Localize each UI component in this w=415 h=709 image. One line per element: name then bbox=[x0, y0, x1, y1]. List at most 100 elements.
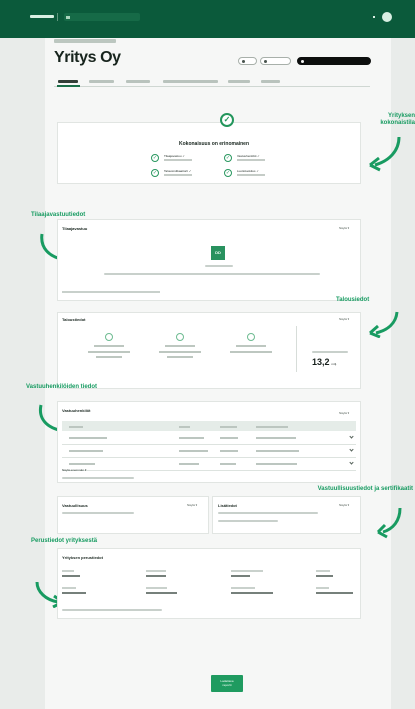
chip-icon bbox=[301, 60, 304, 63]
check-icon: ✓ bbox=[151, 169, 159, 177]
primary-action-button[interactable] bbox=[297, 57, 371, 65]
arrow-icon bbox=[369, 136, 401, 172]
company-action-button[interactable] bbox=[260, 57, 291, 65]
language-icon[interactable] bbox=[373, 16, 375, 18]
field-value bbox=[231, 592, 273, 594]
summary-item-subtext bbox=[237, 174, 265, 176]
company-title: Yritys Oy bbox=[54, 49, 121, 66]
additional-info-subtext bbox=[218, 520, 278, 522]
table-header-cell bbox=[220, 426, 237, 428]
field-label bbox=[231, 570, 263, 572]
field-label bbox=[146, 570, 166, 572]
callout-responsible-people: Vastuuhenkilöiden tiedot bbox=[26, 384, 98, 390]
tab-overview[interactable] bbox=[58, 80, 78, 83]
table-row[interactable] bbox=[62, 432, 356, 445]
tab-sixth[interactable] bbox=[261, 80, 280, 83]
callout-contractor-info: Tilaajavastuutiedot bbox=[31, 212, 86, 218]
additional-info-more-button[interactable]: Näytä ▾ bbox=[339, 503, 349, 507]
person-role bbox=[179, 437, 204, 439]
callout-financial-info: Talousiedot bbox=[336, 297, 370, 303]
table-header-cell bbox=[69, 426, 83, 428]
stat-icon bbox=[247, 333, 255, 341]
summary-item-subtext bbox=[237, 159, 265, 161]
check-icon: ✓ bbox=[224, 169, 232, 177]
chip-icon bbox=[264, 60, 267, 63]
financial-stat bbox=[226, 333, 276, 363]
responsible-table-header bbox=[62, 421, 356, 431]
field-value bbox=[146, 575, 166, 577]
person-date bbox=[220, 437, 238, 439]
summary-card bbox=[57, 122, 361, 184]
menu-icon bbox=[66, 16, 70, 19]
tab-third[interactable] bbox=[126, 80, 150, 83]
check-icon: ✓ bbox=[224, 154, 232, 162]
responsibility-more-button[interactable]: Näytä ▾ bbox=[187, 503, 197, 507]
person-status bbox=[256, 450, 299, 452]
chevron-down-icon[interactable] bbox=[349, 434, 354, 439]
stat-title-line bbox=[165, 345, 195, 347]
field-value bbox=[231, 575, 250, 577]
tab-fourth[interactable] bbox=[163, 80, 218, 83]
stat-title-line bbox=[236, 345, 266, 347]
summary-title: Kokonaisuus on erinomainen bbox=[179, 141, 250, 147]
chevron-down-icon[interactable] bbox=[349, 460, 354, 465]
brand-logo bbox=[30, 15, 54, 18]
financial-stat bbox=[84, 333, 134, 363]
table-header-cell bbox=[256, 426, 288, 428]
field-label bbox=[62, 587, 76, 589]
responsible-more-button[interactable]: Näytä ▾ bbox=[339, 411, 349, 415]
contractor-description bbox=[104, 273, 320, 275]
contractor-logo: DD bbox=[211, 246, 225, 260]
contractor-card bbox=[57, 219, 361, 301]
contractor-link[interactable] bbox=[62, 291, 160, 293]
field-value bbox=[316, 592, 353, 594]
download-report-button[interactable]: Ladattava raportti bbox=[211, 675, 243, 692]
arrow-icon bbox=[376, 507, 402, 539]
user-avatar[interactable] bbox=[382, 12, 392, 22]
field-value bbox=[146, 592, 177, 594]
button-line-2: raportti bbox=[222, 683, 232, 687]
person-name bbox=[69, 450, 103, 452]
active-tab-indicator bbox=[57, 85, 80, 87]
company-action-button[interactable] bbox=[238, 57, 257, 65]
summary-item-label: Talousindikaattorit ✓ bbox=[164, 169, 192, 173]
stat-detail-line bbox=[167, 356, 193, 358]
field-value bbox=[62, 575, 80, 577]
responsibility-card-title: Vastuullisuus bbox=[62, 503, 88, 508]
contractor-card-title: Tilaajavastuu bbox=[62, 226, 88, 231]
check-circle-icon: ✓ bbox=[220, 113, 234, 127]
chip-icon bbox=[242, 60, 245, 63]
tab-second[interactable] bbox=[89, 80, 114, 83]
tab-fifth[interactable] bbox=[228, 80, 250, 83]
field-label bbox=[316, 570, 330, 572]
top-navigation-menu[interactable] bbox=[64, 13, 140, 21]
stat-value-line bbox=[88, 351, 130, 353]
brand-divider bbox=[57, 13, 58, 21]
summary-item-label: Luottoluokitus ✓ bbox=[237, 169, 259, 173]
chevron-down-icon[interactable] bbox=[349, 447, 354, 452]
responsible-card-title: Vastuuhenkilöt bbox=[62, 408, 91, 413]
table-row[interactable] bbox=[62, 445, 356, 458]
financial-more-button[interactable]: Näytä ▾ bbox=[339, 317, 349, 321]
financial-value-unit: milj. bbox=[331, 362, 337, 366]
financial-value-number: 13,2 bbox=[312, 357, 330, 367]
summary-item-label: Vastuuhenkilöt ✓ bbox=[237, 154, 260, 158]
breadcrumb[interactable] bbox=[54, 39, 116, 43]
field-label bbox=[62, 570, 74, 572]
stat-icon bbox=[105, 333, 113, 341]
financial-card-title: Taloustiedot bbox=[62, 317, 86, 322]
callout-company-overall: Yrityksen kokonaistila bbox=[380, 113, 415, 126]
responsible-show-more-link[interactable]: Näytä enemmän ▾ bbox=[62, 468, 86, 472]
field-label bbox=[231, 587, 255, 589]
table-header-cell bbox=[179, 426, 190, 428]
responsibility-card bbox=[57, 496, 209, 534]
contractor-more-button[interactable]: Näytä ▾ bbox=[339, 226, 349, 230]
summary-item-subtext bbox=[164, 159, 192, 161]
stat-value-line bbox=[159, 351, 201, 353]
stat-title-line bbox=[94, 345, 124, 347]
table-row[interactable] bbox=[62, 458, 356, 471]
financial-stat bbox=[155, 333, 205, 363]
person-name bbox=[69, 463, 95, 465]
arrow-icon bbox=[369, 311, 399, 338]
basic-info-footnote bbox=[62, 609, 162, 611]
